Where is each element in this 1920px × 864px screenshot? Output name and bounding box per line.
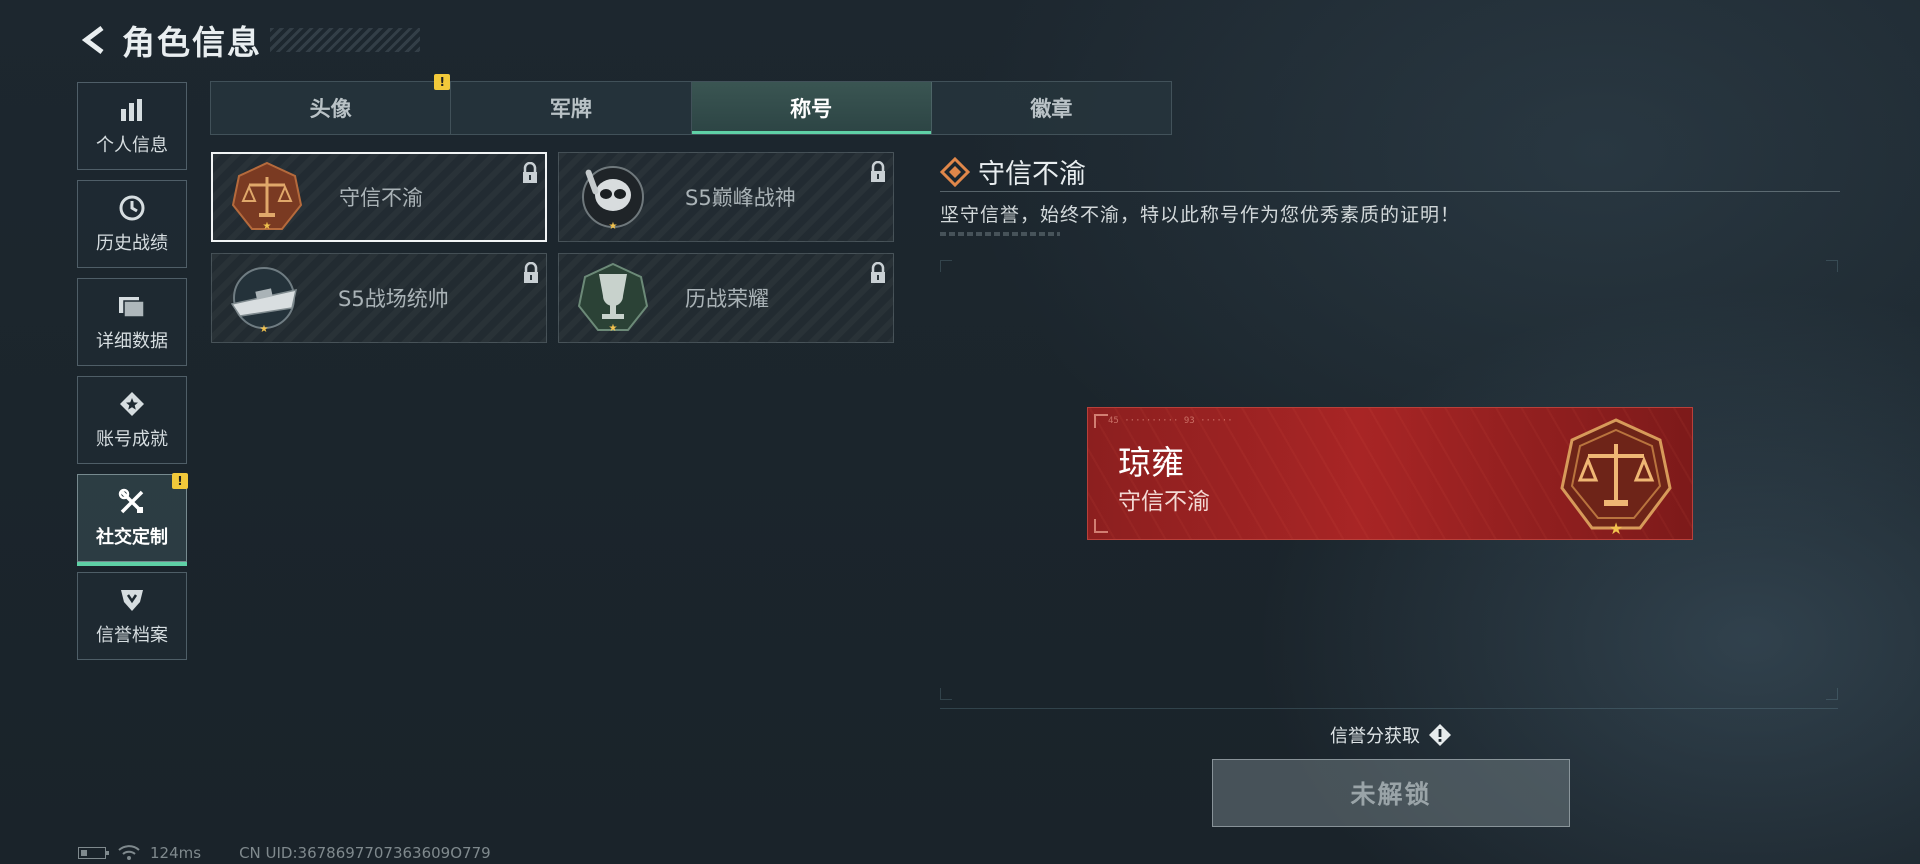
- sidebar-item-label: 社交定制: [96, 527, 168, 548]
- player-uid: CN UID:3678697707363609O779: [239, 844, 491, 862]
- frame-corner: [940, 688, 952, 700]
- unlock-button[interactable]: 未解锁: [1212, 759, 1570, 827]
- sidebar-item-label: 信誉档案: [96, 625, 168, 646]
- player-title: 守信不渝: [1118, 489, 1210, 515]
- sidebar-item-history[interactable]: 历史战绩: [77, 180, 187, 268]
- tab-title[interactable]: 称号: [691, 82, 932, 134]
- history-clock-icon: [117, 193, 147, 223]
- tab-label: 头像: [309, 97, 352, 121]
- frame-corner: [1826, 688, 1838, 700]
- diver-skull-emblem-icon: ★: [573, 157, 653, 237]
- frame-line: [940, 708, 1838, 709]
- credit-label: 信誉分获取: [1330, 726, 1420, 747]
- player-name: 琼雍: [1118, 443, 1184, 482]
- detail-description: 坚守信誉，始终不渝，特以此称号作为您优秀素质的证明！: [940, 204, 1461, 226]
- svg-text:★: ★: [263, 221, 272, 232]
- description-decoration: [940, 232, 1060, 236]
- tab-label: 徽章: [1030, 97, 1073, 121]
- divider: [940, 191, 1840, 192]
- scales-emblem-icon: ★: [227, 157, 307, 237]
- bar-chart-icon: [117, 95, 147, 125]
- title-name: S5战场统帅: [338, 287, 449, 311]
- frame-corner: [1826, 260, 1838, 272]
- sidebar-item-achievements[interactable]: 账号成就: [77, 376, 187, 464]
- plate-corner: [1094, 519, 1108, 533]
- tab-badge[interactable]: 徽章: [932, 82, 1171, 134]
- title-name: 历战荣耀: [685, 287, 769, 311]
- sidebar: 个人信息 历史战绩 详细数据 账号成就 ! 社交定制 信誉档案: [77, 82, 188, 670]
- title-card[interactable]: ★ 历战荣耀: [558, 253, 894, 343]
- ping-value: 124ms: [150, 844, 202, 862]
- boat-emblem-icon: ★: [226, 258, 306, 338]
- sidebar-item-personal-info[interactable]: 个人信息: [77, 82, 187, 170]
- page-title: 角色信息: [122, 23, 262, 62]
- battery-icon: [78, 847, 109, 859]
- back-arrow-icon: [81, 26, 104, 54]
- lock-icon: [523, 162, 537, 183]
- lock-icon: [871, 262, 885, 283]
- sidebar-item-social-custom[interactable]: ! 社交定制: [77, 473, 188, 566]
- sidebar-item-detailed-data[interactable]: 详细数据: [77, 278, 187, 366]
- title-card[interactable]: ★ S5巅峰战神: [558, 152, 894, 242]
- folder-icon: [117, 291, 147, 321]
- warning-badge: !: [172, 473, 188, 489]
- status-bar: 124ms CN UID:3678697707363609O779: [78, 844, 491, 862]
- svg-text:★: ★: [609, 323, 618, 334]
- sidebar-item-label: 历史战绩: [96, 233, 168, 254]
- plate-code: 45 ·········· 93 ······: [1108, 416, 1233, 426]
- tab-label: 军牌: [549, 97, 592, 121]
- tab-label: 称号: [790, 97, 833, 121]
- warning-badge: !: [434, 74, 451, 90]
- sidebar-item-label: 账号成就: [96, 429, 168, 450]
- sidebar-item-credit-record[interactable]: 信誉档案: [77, 572, 187, 660]
- frame-corner: [940, 260, 952, 272]
- achievement-icon: [117, 389, 147, 419]
- scales-emblem-icon: ★: [1560, 418, 1672, 538]
- wifi-icon: [118, 845, 140, 860]
- sidebar-item-label: 个人信息: [96, 135, 168, 156]
- detail-header: 守信不渝: [940, 152, 1086, 191]
- trophy-emblem-icon: ★: [573, 258, 653, 338]
- tab-avatar[interactable]: 头像 !: [211, 74, 452, 134]
- page-header: 角色信息: [78, 18, 420, 62]
- back-button[interactable]: [78, 18, 112, 62]
- info-diamond-icon[interactable]: [1428, 723, 1452, 747]
- diamond-bullet-icon: [940, 156, 970, 187]
- title-name: S5巅峰战神: [685, 186, 796, 210]
- sidebar-item-label: 详细数据: [96, 331, 168, 352]
- tools-icon: [117, 487, 147, 517]
- plate-corner: [1094, 414, 1108, 428]
- nameplate-preview: 45 ·········· 93 ······ 琼雍 守信不渝 ★: [1087, 407, 1693, 540]
- lock-icon: [524, 262, 538, 283]
- title-card[interactable]: ★ 守信不渝: [211, 152, 547, 242]
- tab-dog-tag[interactable]: 军牌: [451, 82, 692, 134]
- credit-score-link[interactable]: 信誉分获取: [1330, 722, 1452, 748]
- title-card[interactable]: ★ S5战场统帅: [211, 253, 547, 343]
- title-name: 守信不渝: [339, 186, 423, 210]
- lock-icon: [871, 161, 885, 182]
- svg-text:★: ★: [609, 221, 618, 232]
- detail-title: 守信不渝: [978, 159, 1086, 190]
- svg-text:★: ★: [260, 324, 269, 335]
- tab-bar: 头像 ! 军牌 称号 徽章: [210, 74, 1172, 135]
- title-decoration: [270, 28, 420, 52]
- svg-text:★: ★: [1609, 519, 1623, 538]
- shield-icon: [117, 585, 147, 615]
